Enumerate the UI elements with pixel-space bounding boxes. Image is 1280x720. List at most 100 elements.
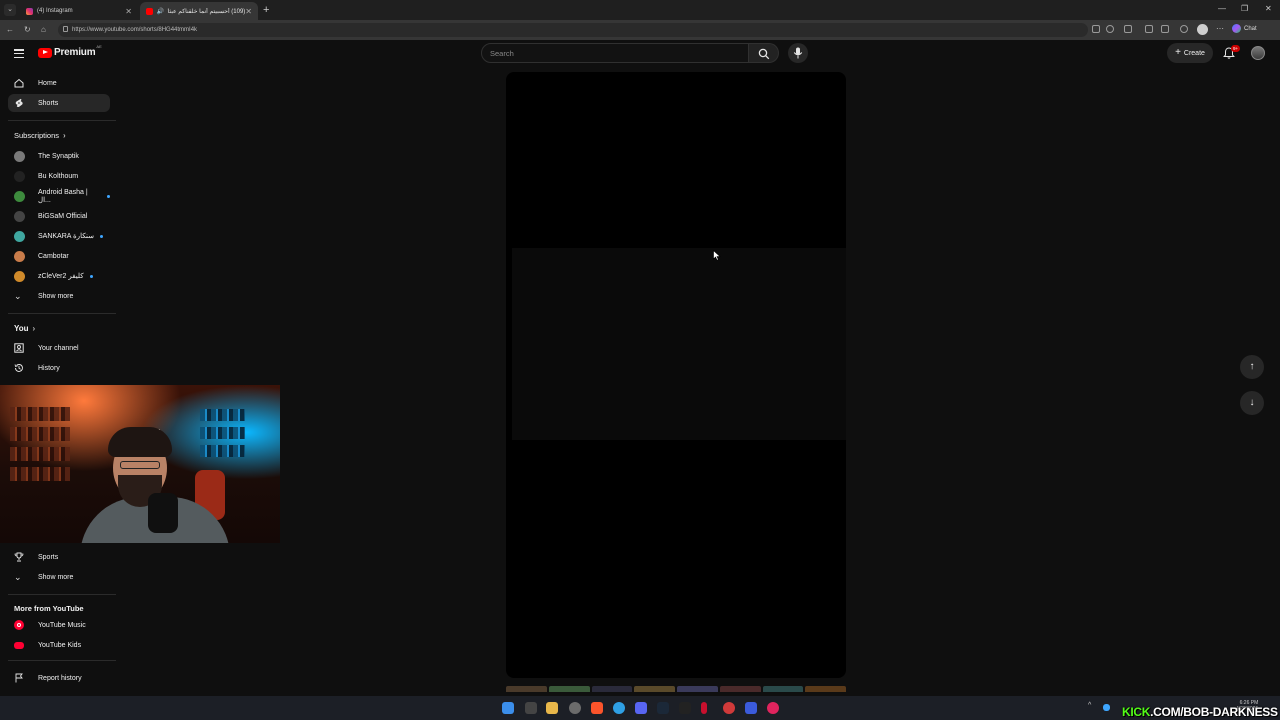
subscription-item[interactable]: The Synaptik [8, 147, 110, 165]
sidebar-item-shorts[interactable]: Shorts [8, 94, 110, 112]
extension-icon[interactable] [1092, 25, 1100, 33]
bookshelf [10, 467, 70, 481]
flag-icon [15, 673, 23, 683]
reload-icon[interactable]: ↻ [24, 25, 31, 34]
next-short-preview-strip[interactable] [506, 686, 846, 692]
brave-icon[interactable] [591, 702, 603, 714]
subscription-item[interactable]: BiGSaM Official [8, 207, 110, 225]
sidebar-item-label: Report history [38, 674, 82, 682]
tray-icon[interactable] [1103, 704, 1110, 711]
guide-menu-icon[interactable] [14, 49, 24, 61]
chevron-down-icon: ⌄ [14, 572, 22, 582]
show-more-subscriptions[interactable]: ⌄ Show more [8, 287, 110, 305]
close-window-icon[interactable]: ✕ [1265, 4, 1272, 13]
netflix-icon[interactable] [701, 702, 707, 714]
subscription-item[interactable]: Cambotar [8, 247, 110, 265]
subscription-item[interactable]: zCleVer2 كليفر [8, 267, 110, 285]
sidebar-item-history[interactable]: History [8, 359, 110, 377]
streamer-microphone [148, 493, 178, 533]
back-icon[interactable]: ← [6, 25, 14, 34]
task-view-icon[interactable] [525, 702, 537, 714]
search-button[interactable] [749, 43, 779, 63]
show-more-explore[interactable]: ⌄ Show more [8, 568, 110, 586]
youtube-music-icon [14, 620, 24, 630]
shorts-video-player[interactable] [506, 72, 846, 678]
subscription-label: Bu Kolthoum [38, 172, 79, 180]
home-browser-icon[interactable]: ⌂ [41, 25, 46, 34]
close-tab-icon[interactable]: ✕ [125, 7, 132, 16]
terminal-icon[interactable] [679, 702, 691, 714]
browser-toolbar: ← ↻ ⌂ https://www.youtube.com/shorts/8HG… [0, 20, 1280, 40]
create-label: Create [1183, 49, 1205, 57]
preview-thumbnail [506, 686, 547, 692]
sidebar-item-sports[interactable]: Sports [8, 548, 110, 566]
home-icon [14, 78, 24, 88]
speaker-icon[interactable]: 🔊 [157, 8, 164, 15]
channel-avatar [14, 270, 25, 282]
account-avatar[interactable] [1251, 46, 1265, 60]
discord-icon[interactable] [635, 702, 647, 714]
edge-icon[interactable] [613, 702, 625, 714]
subscription-item[interactable]: Android Basha | ال... [8, 187, 110, 205]
sidebar-item-label: History [38, 364, 60, 372]
instagram-favicon-icon [26, 7, 33, 15]
copilot-icon [1232, 24, 1241, 33]
browser-tab-instagram[interactable]: (4) Instagram ✕ [20, 2, 138, 20]
channel-avatar [14, 170, 25, 182]
app-icon[interactable] [767, 702, 779, 714]
star-icon[interactable] [1106, 25, 1114, 33]
subscriptions-heading-label: Subscriptions [14, 131, 60, 140]
app-icon[interactable] [569, 702, 581, 714]
bookshelf [200, 445, 245, 457]
chevron-right-icon: › [63, 131, 66, 140]
youtube-favicon-icon [146, 7, 153, 15]
sidebar-item-label: Home [38, 79, 57, 87]
microphone-icon [793, 47, 803, 59]
copilot-chat-button[interactable]: Chat [1232, 24, 1257, 33]
voice-search-button[interactable] [788, 43, 808, 63]
youtube-premium-logo[interactable]: Premium AE [38, 44, 102, 58]
sidebar-item-report-history[interactable]: Report history [8, 669, 110, 687]
you-heading[interactable]: You › [14, 324, 35, 333]
subscription-label: The Synaptik [38, 152, 79, 160]
sidebar-divider [8, 313, 116, 314]
minimize-icon[interactable]: — [1218, 4, 1226, 13]
extension-icon[interactable] [1124, 25, 1132, 33]
previous-short-button[interactable]: ↑ [1240, 355, 1264, 379]
app-icon[interactable] [745, 702, 757, 714]
more-options-icon[interactable]: ⋯ [1216, 24, 1224, 33]
sidebar-item-your-channel[interactable]: Your channel [8, 339, 110, 357]
close-tab-icon[interactable]: ✕ [245, 7, 252, 16]
sidebar-item-youtube-music[interactable]: YouTube Music [8, 616, 110, 634]
notification-count-badge: 9+ [1231, 45, 1241, 52]
sidebar-divider [8, 660, 116, 661]
subscription-item[interactable]: Bu Kolthoum [8, 167, 110, 185]
sidebar-divider [8, 594, 116, 595]
address-bar[interactable]: https://www.youtube.com/shorts/8HG44tmmI… [58, 23, 1088, 37]
tray-chevron-icon[interactable]: ^ [1088, 702, 1091, 709]
steam-icon[interactable] [657, 702, 669, 714]
sidebar-item-youtube-kids[interactable]: YouTube Kids [8, 636, 110, 654]
tab-actions-menu[interactable]: ⌄ [4, 4, 16, 16]
streamer-webcam-overlay [0, 385, 280, 543]
preview-thumbnail [762, 686, 804, 692]
sidebar-item-home[interactable]: Home [8, 74, 110, 92]
browser-profile-avatar[interactable] [1197, 24, 1208, 35]
next-short-button[interactable]: ↓ [1240, 391, 1264, 415]
browser-tab-youtube[interactable]: 🔊 (109) أحسبيتم أنما خلقناكم عبثا؟ ✕ [140, 2, 258, 20]
new-tab-icon[interactable]: + [263, 4, 269, 16]
file-explorer-icon[interactable] [546, 702, 558, 714]
subscriptions-heading[interactable]: Subscriptions › [14, 131, 66, 140]
subscription-item[interactable]: SANKARA سنكارة [8, 227, 110, 245]
history-browser-icon[interactable] [1180, 25, 1188, 33]
search-input[interactable] [481, 43, 749, 63]
extensions-puzzle-icon[interactable] [1145, 25, 1153, 33]
favorites-icon[interactable] [1161, 25, 1169, 33]
chat-label: Chat [1244, 25, 1257, 32]
start-icon[interactable] [502, 702, 514, 714]
you-heading-label: You [14, 324, 29, 333]
chevron-right-icon: › [32, 324, 36, 333]
create-button[interactable]: + Create [1167, 43, 1213, 63]
app-icon[interactable] [723, 702, 735, 714]
maximize-icon[interactable]: ❐ [1241, 4, 1248, 13]
